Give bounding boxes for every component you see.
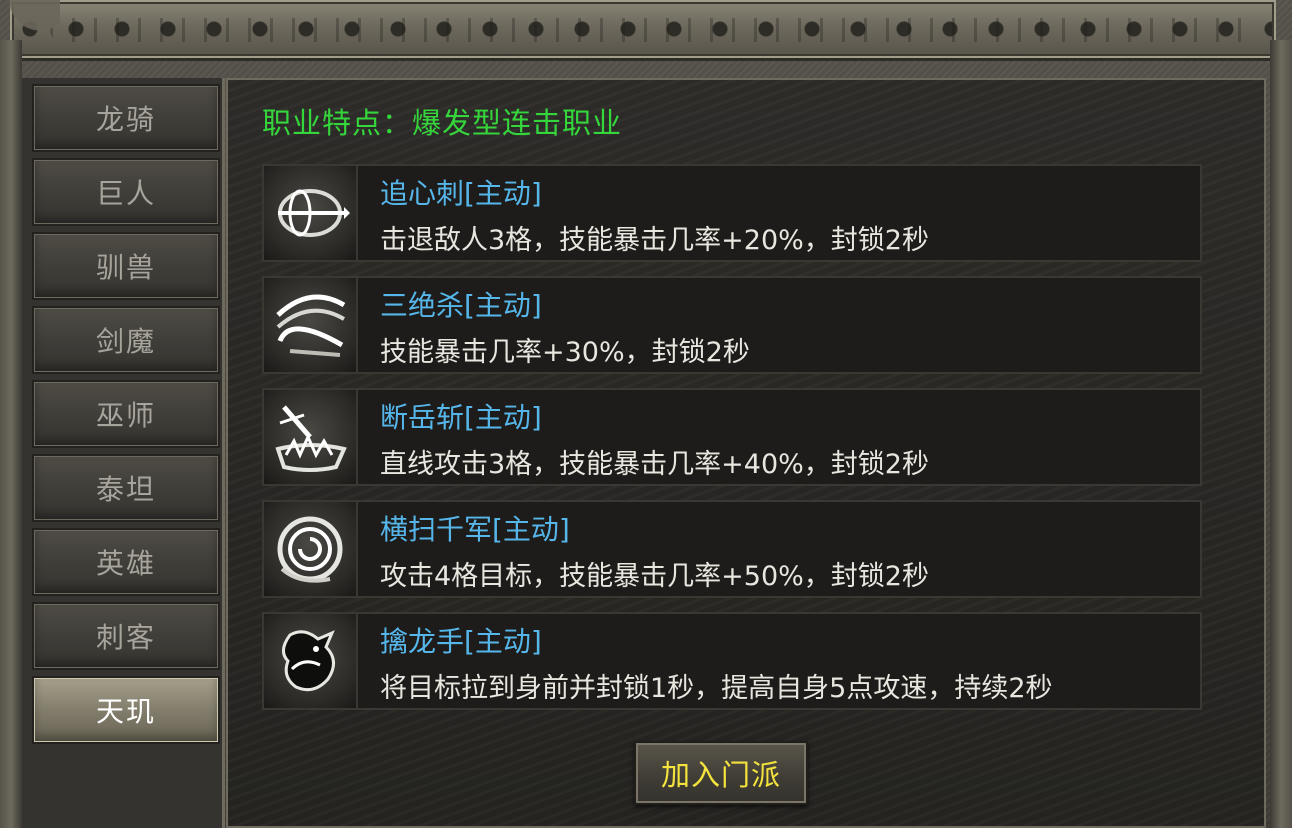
tab-xunshou[interactable]: 驯兽 xyxy=(32,232,220,300)
skill-name: 三绝杀[主动] xyxy=(380,289,542,322)
skill-row[interactable]: 断岳斩[主动] 直线攻击3格，技能暴击几率+40%，封锁2秒 xyxy=(262,388,1202,486)
ground-smash-icon xyxy=(264,390,358,484)
skill-desc: 击退敌人3格，技能暴击几率+20%，封锁2秒 xyxy=(380,225,929,256)
class-feature-text: 职业特点：爆发型连击职业 xyxy=(262,106,623,140)
tab-cike[interactable]: 刺客 xyxy=(32,602,220,670)
tab-jianmo[interactable]: 剑魔 xyxy=(32,306,220,374)
skill-desc: 技能暴击几率+30%，封锁2秒 xyxy=(380,337,750,368)
class-detail-panel: 职业特点：爆发型连击职业 追心刺[主动] 击退敌人3格，技能暴击几率+20%，封… xyxy=(226,78,1266,828)
scroll-pattern xyxy=(50,18,1256,42)
tab-tianji[interactable]: 天玑 xyxy=(32,676,220,744)
skill-row[interactable]: 擒龙手[主动] 将目标拉到身前并封锁1秒，提高自身5点攻速，持续2秒 xyxy=(262,612,1202,710)
whirlwind-icon xyxy=(264,502,358,596)
skill-name: 横扫千军[主动] xyxy=(380,513,570,546)
dragon-grab-icon xyxy=(264,614,358,708)
skill-desc: 将目标拉到身前并封锁1秒，提高自身5点攻速，持续2秒 xyxy=(380,673,1053,704)
skill-row[interactable]: 横扫千军[主动] 攻击4格目标，技能暴击几率+50%，封锁2秒 xyxy=(262,500,1202,598)
skill-row[interactable]: 追心刺[主动] 击退敌人3格，技能暴击几率+20%，封锁2秒 xyxy=(262,164,1202,262)
tab-taitan[interactable]: 泰坦 xyxy=(32,454,220,522)
sword-slash-icon xyxy=(264,166,358,260)
skill-name: 断岳斩[主动] xyxy=(380,401,542,434)
tab-juren[interactable]: 巨人 xyxy=(32,158,220,226)
top-ornament-border xyxy=(10,0,1276,61)
skill-name: 擒龙手[主动] xyxy=(380,625,542,658)
left-border xyxy=(0,40,22,828)
tab-yingxiong[interactable]: 英雄 xyxy=(32,528,220,596)
right-border xyxy=(1270,40,1292,828)
tab-wushi[interactable]: 巫师 xyxy=(32,380,220,448)
skill-name: 追心刺[主动] xyxy=(380,177,542,210)
skill-desc: 直线攻击3格，技能暴击几率+40%，封锁2秒 xyxy=(380,449,929,480)
triple-slash-icon xyxy=(264,278,358,372)
skill-row[interactable]: 三绝杀[主动] 技能暴击几率+30%，封锁2秒 xyxy=(262,276,1202,374)
window-frame: 龙骑 巨人 驯兽 剑魔 巫师 泰坦 英雄 刺客 天玑 职业特点：爆发型连击职业 … xyxy=(0,0,1292,828)
tab-longqi[interactable]: 龙骑 xyxy=(32,84,220,152)
class-sidebar: 龙骑 巨人 驯兽 剑魔 巫师 泰坦 英雄 刺客 天玑 xyxy=(22,78,225,828)
join-sect-button[interactable]: 加入门派 xyxy=(634,741,808,805)
skill-desc: 攻击4格目标，技能暴击几率+50%，封锁2秒 xyxy=(380,561,929,592)
